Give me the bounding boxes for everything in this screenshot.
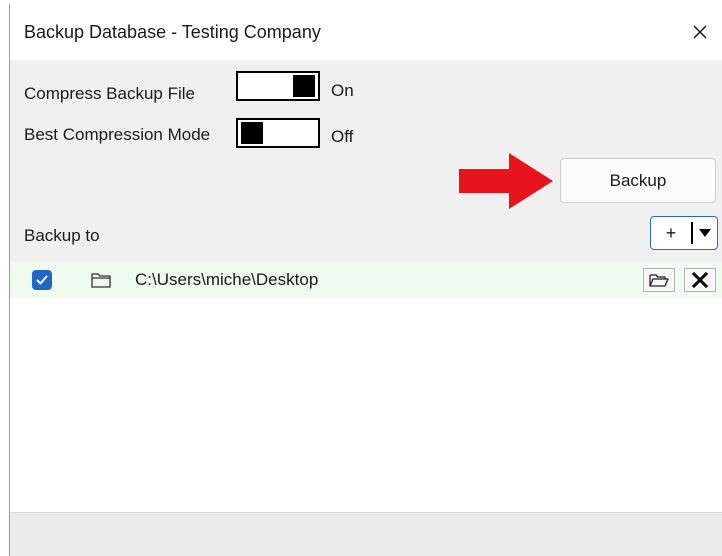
remove-destination-button[interactable] <box>684 268 716 292</box>
compress-label: Compress Backup File <box>24 84 196 103</box>
caret-down-icon <box>699 229 711 237</box>
red-arrow-icon <box>459 153 553 209</box>
toggle-knob <box>293 75 315 97</box>
destination-path: C:\Users\miche\Desktop <box>135 270 319 289</box>
best-compression-label: Best Compression Mode <box>24 125 211 144</box>
backup-to-label: Backup to <box>24 226 100 245</box>
open-folder-icon <box>649 274 669 287</box>
browse-folder-button[interactable] <box>643 268 675 292</box>
delete-x-icon <box>692 272 708 288</box>
folder-icon <box>91 273 111 288</box>
add-destination-split-button: + <box>650 216 718 250</box>
close-icon <box>693 25 707 39</box>
backup-dialog: Backup Database - Testing Company Compre… <box>9 4 722 556</box>
backup-button[interactable]: Backup <box>560 158 716 203</box>
compress-state: On <box>331 81 354 100</box>
list-item[interactable]: C:\Users\miche\Desktop <box>10 262 722 298</box>
best-compression-state: Off <box>331 127 354 146</box>
title-bar: Backup Database - Testing Company <box>10 4 722 60</box>
window-title: Backup Database - Testing Company <box>24 22 321 42</box>
status-bar <box>10 512 722 556</box>
destination-checkbox[interactable] <box>32 270 52 290</box>
toggle-knob <box>241 122 263 144</box>
add-destination-button[interactable]: + <box>651 217 691 249</box>
add-destination-dropdown[interactable] <box>693 217 717 249</box>
compress-toggle[interactable] <box>236 71 320 101</box>
checkmark-icon <box>36 275 48 285</box>
best-compression-toggle[interactable] <box>236 118 320 148</box>
close-button[interactable] <box>677 14 722 50</box>
destination-list: C:\Users\miche\Desktop <box>10 262 722 512</box>
